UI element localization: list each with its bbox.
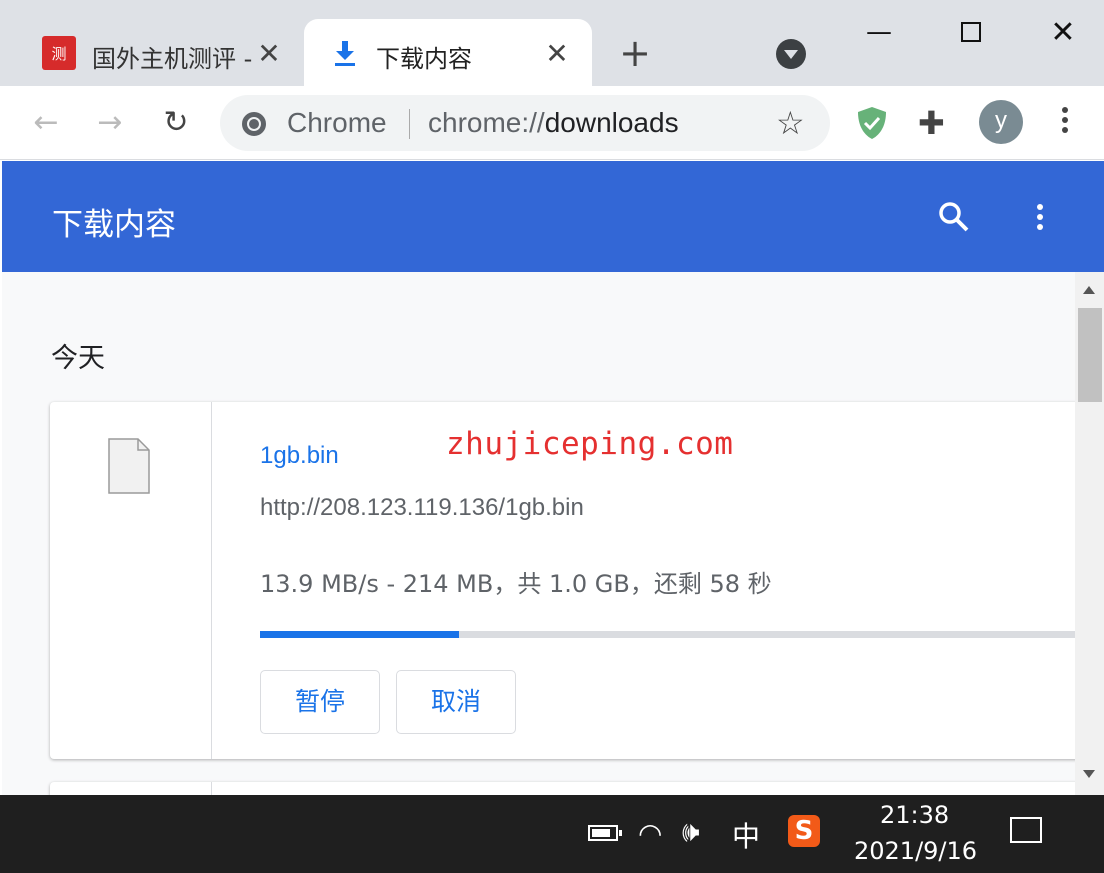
scroll-thumb[interactable]	[1078, 308, 1102, 402]
battery-icon[interactable]	[588, 825, 622, 841]
downloads-list: 今天 1gb.bin zhujiceping.com http://208.12…	[2, 272, 1075, 795]
clock-time[interactable]: 21:38	[880, 801, 949, 829]
date-heading: 今天	[51, 343, 105, 374]
url-text[interactable]: chrome://downloads	[428, 107, 679, 139]
site-favicon-text: 测	[51, 45, 67, 63]
toolbar: ← → ↻ Chrome chrome://downloads ☆ ✚ y	[0, 86, 1104, 160]
chrome-icon	[242, 112, 266, 136]
maximize-icon	[961, 22, 981, 42]
bookmark-star-icon[interactable]: ☆	[776, 104, 805, 142]
ime-indicator[interactable]: 中	[732, 815, 760, 855]
reload-button[interactable]: ↻	[156, 104, 196, 144]
url-host: downloads	[544, 107, 679, 138]
more-actions-icon[interactable]	[1030, 201, 1050, 237]
tab-title: 国外主机测评 -	[92, 45, 252, 73]
notification-icon[interactable]	[1010, 817, 1042, 843]
scrollbar[interactable]	[1075, 272, 1104, 795]
forward-button[interactable]: →	[90, 104, 130, 144]
window-close-button[interactable]: ✕	[1040, 12, 1086, 52]
site-favicon-icon: 测	[42, 36, 76, 70]
browser-window: 测 国外主机测评 - ✕ 下载内容 ✕ + — ✕ ← → ↻ Chrome c…	[0, 0, 1104, 795]
menu-kebab-icon[interactable]	[1055, 104, 1075, 140]
tab-strip: 测 国外主机测评 - ✕ 下载内容 ✕ + — ✕	[0, 0, 1104, 86]
page-title: 下载内容	[52, 207, 176, 243]
minimize-button[interactable]: —	[856, 12, 902, 52]
download-icon	[335, 41, 355, 66]
tab-downloads[interactable]: 下载内容 ✕	[304, 19, 592, 86]
extensions-puzzle-icon[interactable]: ✚	[918, 104, 945, 142]
watermark: zhujiceping.com	[446, 426, 734, 462]
download-status: 13.9 MB/s - 214 MB，共 1.0 GB，还剩 58 秒	[260, 570, 772, 598]
divider	[211, 402, 212, 759]
cancel-button[interactable]: 取消	[396, 670, 516, 734]
close-icon[interactable]: ✕	[542, 37, 572, 70]
sogou-input-icon[interactable]: S	[788, 815, 820, 847]
tab-title: 下载内容	[376, 45, 472, 73]
divider	[211, 782, 212, 795]
maximize-button[interactable]	[948, 12, 994, 52]
progress-bar	[260, 631, 1075, 638]
tab-search-icon[interactable]	[776, 39, 806, 69]
scroll-up-icon[interactable]	[1083, 286, 1095, 294]
clock-date[interactable]: 2021/9/16	[854, 837, 977, 865]
pause-button[interactable]: 暂停	[260, 670, 380, 734]
file-url[interactable]: http://208.123.119.136/1gb.bin	[260, 494, 584, 522]
scroll-down-icon[interactable]	[1083, 770, 1095, 778]
file-name-link[interactable]: 1gb.bin	[260, 442, 339, 470]
new-tab-button[interactable]: +	[616, 34, 654, 74]
url-scheme: chrome://	[428, 107, 545, 138]
back-button[interactable]: ←	[26, 104, 66, 144]
downloads-header: 下载内容	[2, 161, 1104, 272]
tab-site[interactable]: 测 国外主机测评 - ✕	[14, 19, 304, 86]
download-item: 1gb.bin zhujiceping.com http://208.123.1…	[50, 402, 1075, 759]
taskbar: ◠ 🕪 中 S 21:38 2021/9/16	[0, 795, 1104, 873]
search-icon[interactable]	[936, 199, 972, 235]
origin-chip: Chrome	[287, 107, 387, 138]
wifi-icon[interactable]: ◠	[638, 817, 662, 850]
address-bar[interactable]: Chrome chrome://downloads ☆	[220, 95, 830, 151]
progress-fill	[260, 631, 460, 638]
download-item	[50, 782, 1075, 795]
adguard-shield-icon[interactable]	[856, 106, 888, 140]
file-icon	[108, 438, 150, 494]
close-icon[interactable]: ✕	[254, 37, 284, 70]
divider	[409, 109, 410, 139]
avatar[interactable]: y	[979, 100, 1023, 144]
volume-icon[interactable]: 🕪	[682, 815, 700, 849]
